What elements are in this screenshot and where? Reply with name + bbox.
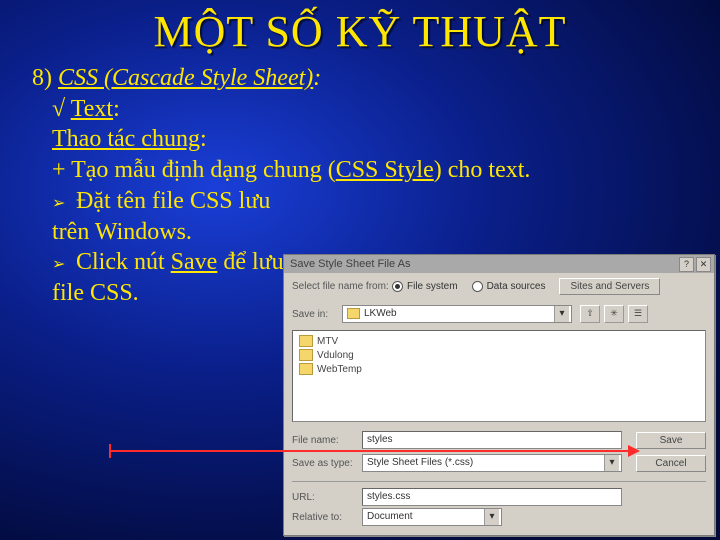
savein-label: Save in: xyxy=(292,309,342,320)
heading-number: 8) xyxy=(32,65,58,91)
folder-item[interactable]: MTV xyxy=(299,335,699,347)
filename-input[interactable]: styles xyxy=(362,431,622,449)
saveastype-row: Save as type: Style Sheet Files (*.css) … xyxy=(284,454,714,477)
sub2-text: Thao tác chung xyxy=(52,126,200,152)
bullet-1: ➢ Đặt tên file CSS lưu trên Windows. xyxy=(32,186,302,247)
relativeto-label: Relative to: xyxy=(292,512,362,523)
dialog-title: Save Style Sheet File As xyxy=(290,258,410,270)
bullet-icon: ➢ xyxy=(52,194,70,214)
savein-select[interactable]: LKWeb xyxy=(342,305,572,323)
radio-filesystem-label: File system xyxy=(407,281,458,292)
radio-filesystem[interactable] xyxy=(392,281,403,292)
folder-icon xyxy=(299,335,313,347)
line3a: + Tạo mẫu định dạng chung ( xyxy=(52,157,336,183)
divider xyxy=(292,481,706,482)
heading-line: 8) CSS (Cascade Style Sheet): xyxy=(32,63,694,94)
bullet-icon: ➢ xyxy=(52,255,70,275)
relativeto-select[interactable]: Document xyxy=(362,508,502,526)
bullet-2: ➢ Click nút Save để lưu file CSS. xyxy=(32,247,302,308)
file-list[interactable]: MTV Vdulong WebTemp xyxy=(292,330,706,422)
help-button[interactable]: ? xyxy=(679,257,694,272)
filename-label: File name: xyxy=(292,435,362,446)
url-input[interactable]: styles.css xyxy=(362,488,622,506)
slide-title: MỘT SỐ KỸ THUẬT xyxy=(0,0,720,57)
folder-name: WebTemp xyxy=(317,364,362,375)
check-icon: √ xyxy=(52,96,71,122)
heading-colon: : xyxy=(313,65,321,91)
folder-icon xyxy=(299,349,313,361)
savein-value: LKWeb xyxy=(364,308,397,319)
close-button[interactable]: ✕ xyxy=(696,257,711,272)
line3b: CSS Style xyxy=(336,157,434,183)
up-one-level-button[interactable]: ⇧ xyxy=(580,305,600,323)
new-folder-button[interactable]: ✳ xyxy=(604,305,624,323)
sub1-text: Text xyxy=(71,96,113,122)
folder-name: Vdulong xyxy=(317,350,354,361)
subheading-1: √ Text: xyxy=(32,94,694,125)
view-list-button[interactable]: ☰ xyxy=(628,305,648,323)
select-label: Select file name from: xyxy=(292,281,392,292)
cancel-button[interactable]: Cancel xyxy=(636,455,706,472)
window-controls: ? ✕ xyxy=(679,257,711,272)
b2b: Save xyxy=(171,249,218,275)
nav-buttons: ⇧ ✳ ☰ xyxy=(580,305,648,323)
saveastype-select[interactable]: Style Sheet Files (*.css) xyxy=(362,454,622,472)
radio-datasources[interactable] xyxy=(472,281,483,292)
save-dialog: Save Style Sheet File As ? ✕ Select file… xyxy=(283,254,715,536)
dialog-title-bar: Save Style Sheet File As ? ✕ xyxy=(284,255,714,273)
heading-text: CSS (Cascade Style Sheet) xyxy=(58,65,313,91)
folder-item[interactable]: Vdulong xyxy=(299,349,699,361)
folder-name: MTV xyxy=(317,336,338,347)
line-3: + Tạo mẫu định dạng chung (CSS Style) ch… xyxy=(32,155,694,186)
folder-item[interactable]: WebTemp xyxy=(299,363,699,375)
select-from-row: Select file name from: File system Data … xyxy=(284,273,714,300)
line3c: ) cho text. xyxy=(434,157,531,183)
folder-icon xyxy=(347,308,360,319)
url-row: URL: styles.css xyxy=(284,486,714,508)
folder-icon xyxy=(299,363,313,375)
save-button[interactable]: Save xyxy=(636,432,706,449)
sites-servers-button[interactable]: Sites and Servers xyxy=(559,278,660,295)
b1-text: Đặt tên file CSS lưu trên Windows. xyxy=(52,188,270,245)
savein-row: Save in: LKWeb ⇧ ✳ ☰ xyxy=(284,300,714,328)
subheading-2: Thao tác chung: xyxy=(32,124,694,155)
relativeto-row: Relative to: Document xyxy=(284,508,714,531)
radio-datasources-label: Data sources xyxy=(487,281,546,292)
b2a: Click nút xyxy=(70,249,171,275)
url-label: URL: xyxy=(292,492,362,503)
pointer-arrow xyxy=(110,450,630,452)
saveastype-label: Save as type: xyxy=(292,458,362,469)
